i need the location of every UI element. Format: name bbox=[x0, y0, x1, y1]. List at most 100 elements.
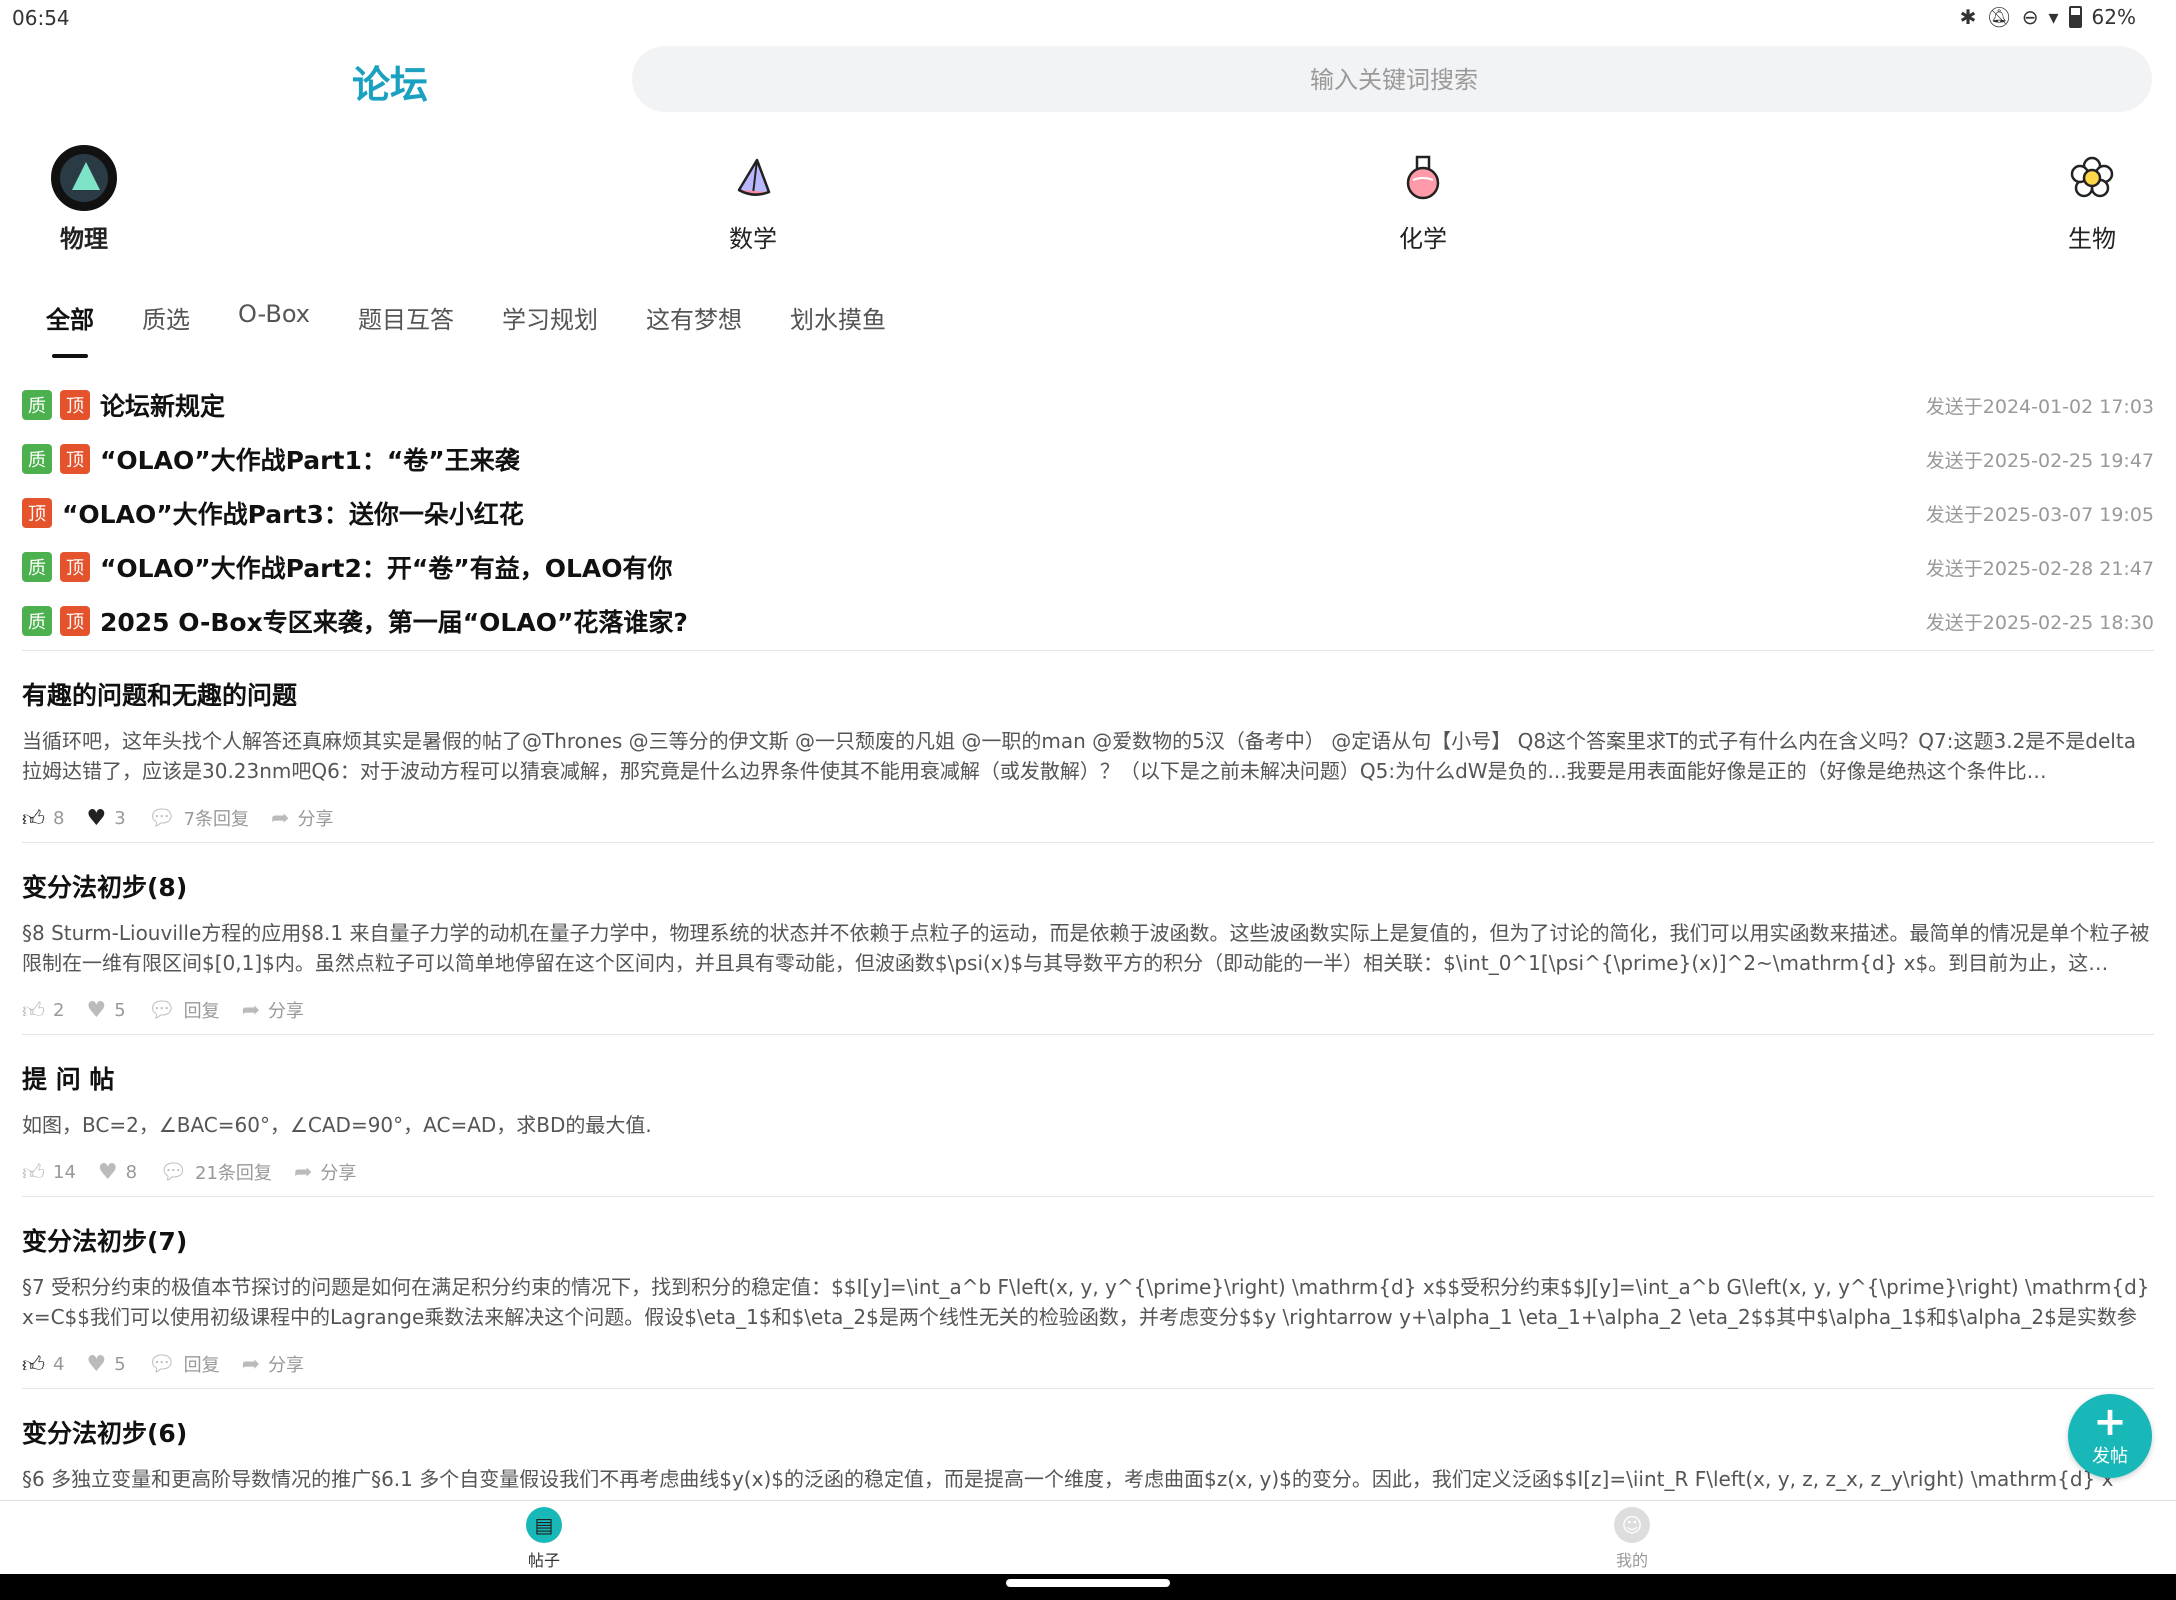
pinned-item[interactable]: 质 顶 论坛新规定 发送于2024-01-02 17:03 bbox=[22, 378, 2154, 432]
favorite-button[interactable]: ♥ 5 bbox=[86, 998, 125, 1023]
featured-badge: 质 bbox=[22, 606, 52, 636]
pinned-item[interactable]: 质 顶 “OLAO”大作战Part2：开“卷”有益，OLAO有你 发送于2025… bbox=[22, 540, 2154, 594]
top-badge: 顶 bbox=[60, 552, 90, 582]
tab-all[interactable]: 全部 bbox=[46, 300, 94, 360]
tab-featured[interactable]: 质选 bbox=[142, 300, 190, 360]
status-time: 06:54 bbox=[12, 6, 70, 30]
tab-obox[interactable]: O-Box bbox=[238, 300, 310, 360]
post-card[interactable]: 提 问 帖 如图，BC=2，∠BAC=60°，∠CAD=90°，AC=AD，求B… bbox=[22, 1060, 2154, 1186]
plus-icon: + bbox=[2093, 1399, 2127, 1445]
post-actions: 👍︎ 14 ♥ 8 💬︎ 21条回复 ➦ 分享 bbox=[22, 1158, 2154, 1186]
pinned-date: 发送于2025-02-25 18:30 bbox=[1925, 611, 2154, 634]
reply-button[interactable]: 💬︎ 21条回复 bbox=[159, 1159, 272, 1185]
forum-tabs: 全部 质选 O-Box 题目互答 学习规划 这有梦想 划水摸鱼 bbox=[46, 300, 934, 360]
comment-icon: 💬︎ bbox=[147, 1351, 176, 1377]
bluetooth-icon: ✱ bbox=[1959, 5, 1977, 29]
profile-icon: ☺ bbox=[1614, 1507, 1650, 1543]
nav-label: 帖子 bbox=[527, 1551, 560, 1570]
top-badge: 顶 bbox=[60, 606, 90, 636]
new-post-label: 发帖 bbox=[2092, 1446, 2128, 1467]
category-physics[interactable]: 物理 bbox=[4, 145, 164, 254]
pinned-title: “OLAO”大作战Part2：开“卷”有益，OLAO有你 bbox=[100, 554, 673, 583]
like-button[interactable]: 👍︎ 4 bbox=[22, 1351, 64, 1378]
post-actions: 👍︎ 2 ♥ 5 💬︎ 回复 ➦ 分享 bbox=[22, 996, 2154, 1024]
share-label: 分享 bbox=[268, 1001, 305, 1022]
share-button[interactable]: ➦ 分享 bbox=[271, 805, 333, 831]
heart-icon: ♥ bbox=[86, 1351, 107, 1377]
post-excerpt: 当循环吧，这年头找个人解答还真麻烦其实是暑假的帖了@Thrones @三等分的伊… bbox=[22, 729, 2136, 783]
category-math[interactable]: 数学 bbox=[673, 145, 833, 254]
flower-icon bbox=[2070, 156, 2114, 198]
thumbs-up-icon: 👍︎ bbox=[22, 806, 45, 832]
post-actions: 👍︎ 4 ♥ 5 💬︎ 回复 ➦ 分享 bbox=[22, 1350, 2154, 1378]
share-icon: ➦ bbox=[241, 1351, 261, 1377]
post-card[interactable]: 有趣的问题和无趣的问题 当循环吧，这年头找个人解答还真麻烦其实是暑假的帖了@Th… bbox=[22, 676, 2154, 832]
nav-profile[interactable]: ☺ 我的 bbox=[1572, 1507, 1692, 1571]
home-handle[interactable] bbox=[1006, 1579, 1170, 1587]
heart-icon: ♥ bbox=[86, 805, 107, 831]
reply-count: 21条回复 bbox=[195, 1163, 272, 1184]
dnd-icon: ⊖ bbox=[2021, 5, 2039, 29]
pinned-title: “OLAO”大作战Part1：“卷”王来袭 bbox=[100, 446, 520, 475]
share-button[interactable]: ➦ 分享 bbox=[294, 1159, 356, 1185]
tab-study-plan[interactable]: 学习规划 bbox=[502, 300, 598, 360]
divider bbox=[22, 1388, 2154, 1389]
share-button[interactable]: ➦ 分享 bbox=[242, 997, 304, 1023]
search-input[interactable] bbox=[632, 46, 2156, 114]
post-excerpt: §7 受积分约束的极值本节探讨的问题是如何在满足积分约束的情况下，找到积分的稳定… bbox=[22, 1275, 2150, 1329]
comment-icon: 💬︎ bbox=[147, 997, 176, 1023]
category-chemistry[interactable]: 化学 bbox=[1343, 145, 1503, 254]
divider bbox=[22, 650, 2154, 651]
post-card[interactable]: 变分法初步(8) §8 Sturm-Liouville方程的应用§8.1 来自量… bbox=[22, 868, 2154, 1024]
reply-count: 回复 bbox=[183, 1355, 220, 1376]
favorite-button[interactable]: ♥ 3 bbox=[86, 806, 125, 831]
pinned-date: 发送于2024-01-02 17:03 bbox=[1925, 395, 2154, 418]
physics-icon bbox=[51, 145, 117, 211]
like-button[interactable]: 👍︎ 2 bbox=[22, 997, 64, 1024]
reply-button[interactable]: 💬︎ 7条回复 bbox=[148, 805, 249, 831]
thumbs-up-icon: 👍︎ bbox=[22, 1352, 45, 1378]
pinned-date: 发送于2025-02-25 19:47 bbox=[1925, 449, 2154, 472]
share-icon: ➦ bbox=[293, 1159, 313, 1185]
pinned-item[interactable]: 质 顶 2025 O-Box专区来袭，第一届“OLAO”花落谁家? 发送于202… bbox=[22, 594, 2154, 648]
pinned-item[interactable]: 顶 “OLAO”大作战Part3：送你一朵小红花 发送于2025-03-07 1… bbox=[22, 486, 2154, 540]
pinned-item[interactable]: 质 顶 “OLAO”大作战Part1：“卷”王来袭 发送于2025-02-25 … bbox=[22, 432, 2154, 486]
category-biology[interactable]: 生物 bbox=[2012, 145, 2172, 254]
favorite-button[interactable]: ♥ 8 bbox=[98, 1160, 137, 1185]
favorite-button[interactable]: ♥ 5 bbox=[86, 1352, 125, 1377]
pinned-title: “OLAO”大作战Part3：送你一朵小红花 bbox=[62, 500, 524, 529]
share-label: 分享 bbox=[268, 1355, 305, 1376]
post-title: 变分法初步(6) bbox=[22, 1419, 188, 1448]
category-label: 生物 bbox=[2068, 225, 2116, 253]
top-badge: 顶 bbox=[22, 498, 52, 528]
search-bar[interactable] bbox=[632, 46, 2156, 114]
reply-button[interactable]: 💬︎ 回复 bbox=[148, 1351, 220, 1377]
pinned-date: 发送于2025-02-28 21:47 bbox=[1925, 557, 2154, 580]
heart-count: 5 bbox=[114, 999, 126, 1021]
like-button[interactable]: 👍︎ 8 bbox=[22, 805, 64, 832]
tab-dreams[interactable]: 这有梦想 bbox=[646, 300, 742, 360]
thumbs-up-icon: 👍︎ bbox=[22, 1160, 45, 1186]
like-count: 14 bbox=[53, 1161, 76, 1183]
share-label: 分享 bbox=[320, 1163, 357, 1184]
category-label: 化学 bbox=[1399, 225, 1447, 253]
wifi-icon: ▾ bbox=[2048, 5, 2059, 29]
share-icon: ➦ bbox=[241, 997, 261, 1023]
reply-button[interactable]: 💬︎ 回复 bbox=[148, 997, 220, 1023]
top-badge: 顶 bbox=[60, 444, 90, 474]
category-bar: 物理 数学 化学 生物 bbox=[0, 145, 2176, 255]
tab-chat[interactable]: 划水摸鱼 bbox=[790, 300, 886, 360]
status-bar: 06:54 ✱ 🔕︎ ⊖ ▾ 62% bbox=[0, 0, 2176, 36]
share-button[interactable]: ➦ 分享 bbox=[242, 1351, 304, 1377]
post-card[interactable]: 变分法初步(7) §7 受积分约束的极值本节探讨的问题是如何在满足积分约束的情况… bbox=[22, 1222, 2154, 1378]
bottom-nav: ▤ 帖子 ☺ 我的 bbox=[0, 1500, 2176, 1575]
new-post-button[interactable]: + 发帖 bbox=[2068, 1394, 2152, 1478]
flask-icon bbox=[1406, 155, 1440, 200]
heart-count: 5 bbox=[114, 1353, 126, 1375]
post-card[interactable]: 变分法初步(6) §6 多独立变量和更高阶导数情况的推广§6.1 多个自变量假设… bbox=[22, 1414, 2154, 1500]
like-button[interactable]: 👍︎ 14 bbox=[22, 1159, 76, 1186]
featured-badge: 质 bbox=[22, 390, 52, 420]
nav-posts[interactable]: ▤ 帖子 bbox=[484, 1507, 604, 1571]
tab-qa[interactable]: 题目互答 bbox=[358, 300, 454, 360]
like-count: 8 bbox=[53, 807, 65, 829]
